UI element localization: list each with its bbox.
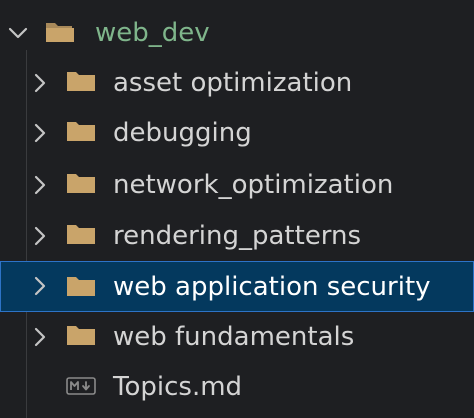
tree-item-folder[interactable]: rendering_patterns [0,211,474,261]
tree-item-label: network_optimization [113,170,394,200]
chevron-right-icon[interactable] [28,71,52,95]
chevron-right-icon[interactable] [28,224,52,248]
tree-item-label: web_dev [95,18,210,48]
tree-item-label: asset optimization [113,68,353,98]
folder-icon [66,171,96,195]
tree-item-root[interactable]: web_dev [0,8,474,58]
markdown-icon [66,375,96,397]
chevron-right-icon[interactable] [28,325,52,349]
tree-item-folder[interactable]: network_optimization [0,160,474,210]
tree-item-label: Topics.md [113,372,243,402]
tree-item-label: debugging [113,118,252,148]
folder-open-icon [44,20,74,44]
chevron-right-icon[interactable] [28,274,52,298]
file-explorer-tree: web_dev asset optimization debugging net… [0,0,474,418]
folder-icon [66,69,96,93]
tree-item-label: rendering_patterns [113,221,362,251]
tree-item-folder[interactable]: web fundamentals [0,312,474,362]
folder-icon [66,119,96,143]
folder-icon [66,274,96,298]
folder-icon [66,323,96,347]
tree-item-folder[interactable]: asset optimization [0,58,474,108]
tree-item-label: web application security [113,271,431,302]
chevron-right-icon[interactable] [28,173,52,197]
tree-item-folder-selected[interactable]: web application security [0,261,474,312]
folder-icon [66,222,96,246]
chevron-down-icon[interactable] [6,21,30,45]
tree-item-folder[interactable]: debugging [0,108,474,158]
chevron-right-icon[interactable] [28,121,52,145]
tree-item-file[interactable]: Topics.md [0,362,474,412]
tree-item-label: web fundamentals [113,322,355,352]
